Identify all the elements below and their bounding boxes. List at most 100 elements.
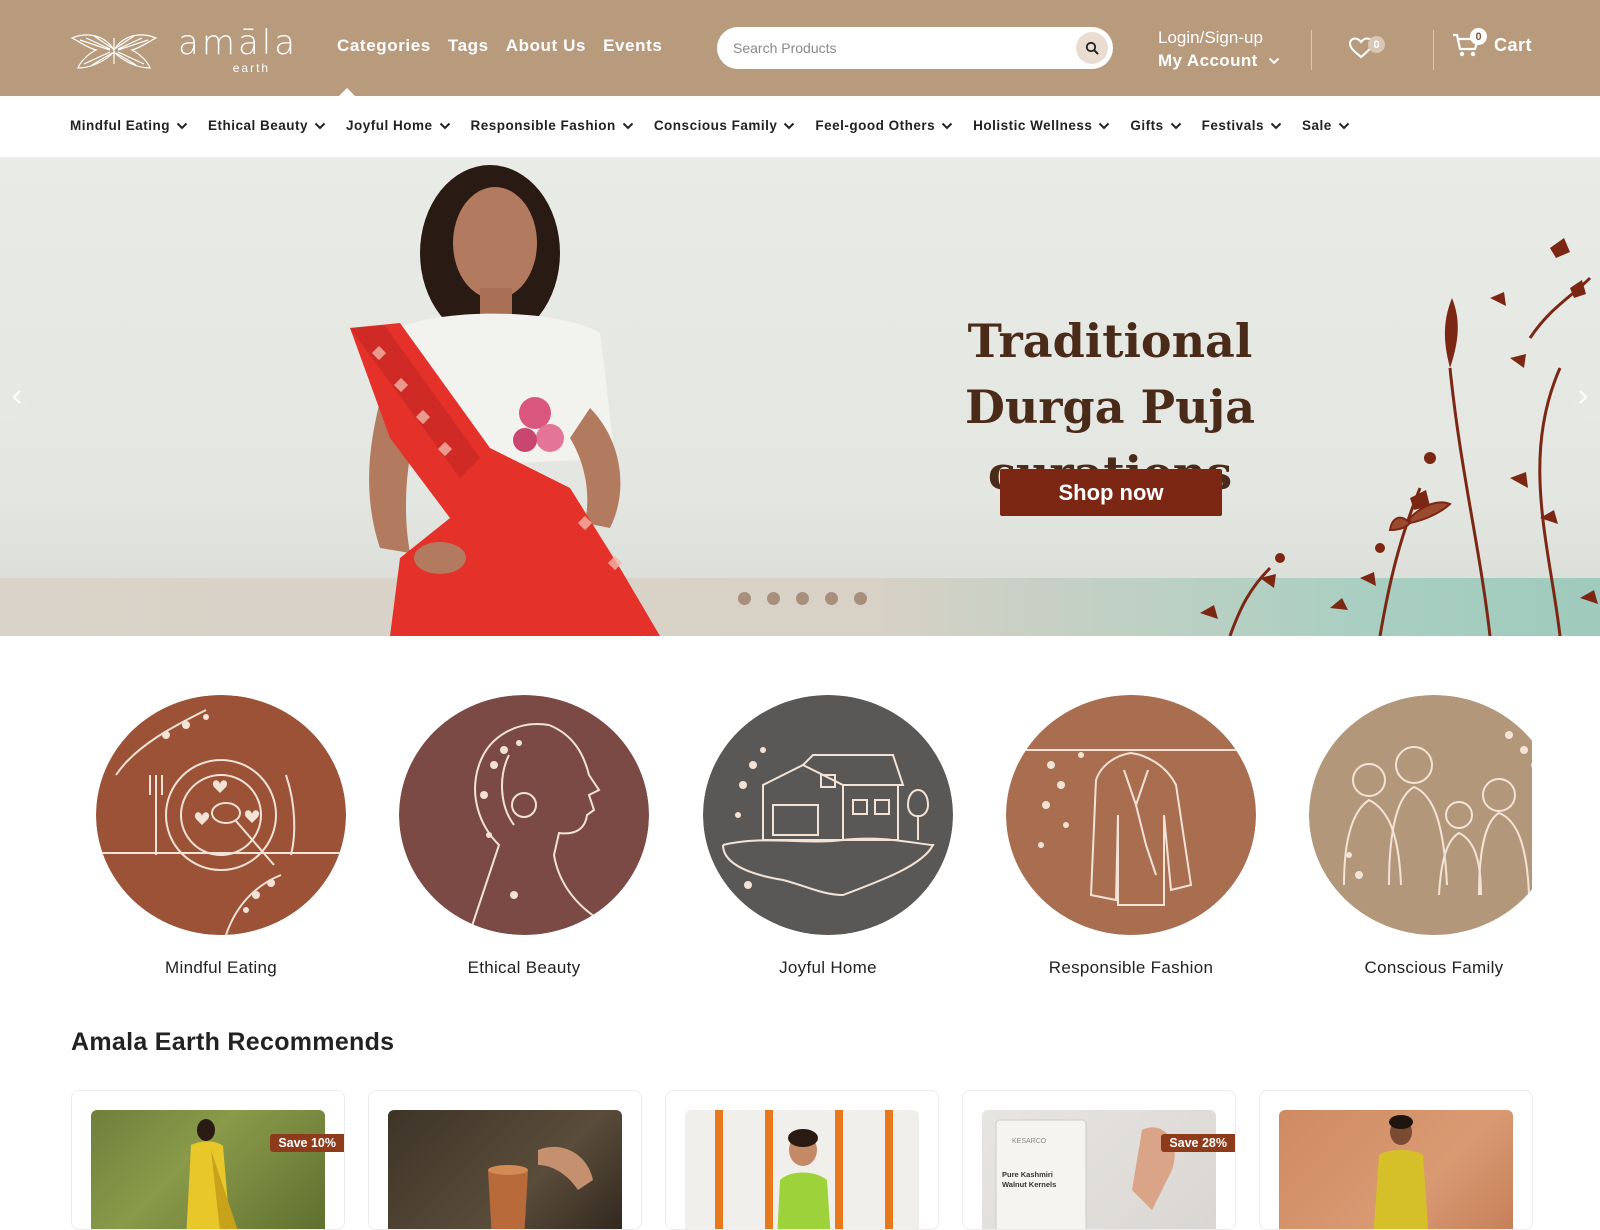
- category-card-joyful-home[interactable]: Joyful Home: [703, 695, 953, 978]
- hero-banner: Traditional Durga Puja curations Shop no…: [0, 158, 1600, 636]
- category-nav-label: Feel-good Others: [815, 118, 936, 133]
- product-image-copper-glass: [388, 1110, 622, 1229]
- category-nav: Mindful Eating Ethical Beauty Joyful Home R…: [0, 96, 1600, 158]
- header-divider: [1433, 30, 1434, 70]
- product-image-kurta: [1279, 1110, 1513, 1229]
- category-card-mindful-eating[interactable]: Mindful Eating: [96, 695, 346, 978]
- category-label: Joyful Home: [779, 958, 877, 977]
- category-nav-item[interactable]: Mindful Eating: [70, 118, 188, 133]
- house-icon: [703, 695, 953, 935]
- category-label: Conscious Family: [1364, 958, 1504, 977]
- account-menu[interactable]: Login/Sign-up My Account: [1158, 26, 1280, 72]
- chevron-down-icon[interactable]: [1268, 57, 1280, 65]
- my-account-label[interactable]: My Account: [1158, 49, 1258, 72]
- carousel-dot[interactable]: [767, 592, 780, 605]
- save-badge: Save 28%: [1161, 1134, 1235, 1152]
- nav-categories[interactable]: Categories: [337, 36, 431, 56]
- wishlist-count-badge: 0: [1368, 36, 1385, 53]
- category-nav-label: Conscious Family: [653, 118, 778, 133]
- chevron-down-icon[interactable]: [622, 122, 634, 130]
- recommends-title: Amala Earth Recommends: [71, 1028, 395, 1056]
- category-card-conscious-family[interactable]: Conscious Family: [1309, 695, 1532, 978]
- category-label: Responsible Fashion: [1048, 958, 1214, 977]
- chevron-down-icon[interactable]: [314, 122, 326, 130]
- hero-title-line1: Traditional: [967, 314, 1253, 368]
- carousel-dot[interactable]: [825, 592, 838, 605]
- category-nav-label: Holistic Wellness: [973, 118, 1093, 133]
- category-nav-item[interactable]: Joyful Home: [346, 118, 451, 133]
- product-card[interactable]: Save 10%: [71, 1090, 345, 1230]
- chevron-down-icon[interactable]: [439, 122, 451, 130]
- chevron-down-icon[interactable]: [176, 122, 188, 130]
- butterfly-logo-icon: [70, 34, 158, 69]
- category-nav-item[interactable]: Feel-good Others: [815, 118, 953, 133]
- main-nav: Categories Tags About Us Events: [337, 36, 662, 56]
- carousel-dot[interactable]: [796, 592, 809, 605]
- nav-about-us[interactable]: About Us: [506, 36, 586, 56]
- carousel-dots: [738, 592, 867, 605]
- category-nav-item[interactable]: Holistic Wellness: [973, 118, 1110, 133]
- product-card[interactable]: KESARCO Pure Kashmiri Walnut Kernels Sav…: [962, 1090, 1236, 1230]
- product-card[interactable]: [665, 1090, 939, 1230]
- category-card-responsible-fashion[interactable]: Responsible Fashion: [1006, 695, 1256, 978]
- carousel-dot[interactable]: [738, 592, 751, 605]
- category-nav-label: Sale: [1301, 118, 1332, 133]
- category-label: Mindful Eating: [165, 958, 277, 977]
- category-nav-item[interactable]: Gifts: [1130, 118, 1181, 133]
- carousel-dot[interactable]: [854, 592, 867, 605]
- chevron-down-icon[interactable]: [1170, 122, 1182, 130]
- shop-now-button[interactable]: Shop now: [1000, 469, 1222, 516]
- product-card[interactable]: [1259, 1090, 1533, 1230]
- family-icon: [1309, 695, 1532, 935]
- chevron-down-icon[interactable]: [1270, 122, 1282, 130]
- product-image-boy-marigold: [685, 1110, 919, 1229]
- plate-cutlery-icon: [96, 695, 346, 936]
- nav-tags[interactable]: Tags: [448, 36, 489, 56]
- woman-profile-icon: [399, 695, 649, 936]
- nav-events[interactable]: Events: [603, 36, 662, 56]
- brand-logo[interactable]: amāla earth: [70, 26, 298, 74]
- jacket-icon: [1006, 695, 1256, 935]
- category-card-ethical-beauty[interactable]: Ethical Beauty: [399, 695, 649, 978]
- search-icon: [1085, 41, 1099, 55]
- category-nav-item[interactable]: Ethical Beauty: [208, 118, 326, 133]
- cart-button[interactable]: 0 Cart: [1452, 28, 1533, 58]
- chevron-down-icon[interactable]: [941, 122, 953, 130]
- brand-subtitle: earth: [232, 61, 271, 75]
- category-nav-item[interactable]: Festivals: [1202, 118, 1282, 133]
- category-nav-label: Ethical Beauty: [207, 118, 309, 133]
- chevron-down-icon[interactable]: [1098, 122, 1110, 130]
- header-divider: [1311, 30, 1312, 70]
- carousel-prev-button[interactable]: [0, 372, 32, 422]
- site-header: amāla earth Categories Tags About Us Eve…: [0, 0, 1600, 96]
- recommends-row: Save 10% KESARCO Pure Kashmiri Walnut Ke…: [71, 1090, 1533, 1230]
- category-nav-label: Gifts: [1130, 118, 1164, 133]
- nav-active-caret: [339, 88, 355, 96]
- chevron-down-icon[interactable]: [783, 122, 795, 130]
- wishlist-button[interactable]: 0: [1348, 36, 1385, 65]
- category-nav-label: Joyful Home: [346, 118, 433, 133]
- brand-name: amāla: [178, 23, 299, 63]
- category-label: Ethical Beauty: [467, 958, 581, 977]
- cart-label: Cart: [1494, 34, 1533, 55]
- hero-model-image: [350, 165, 660, 636]
- category-circles: Mindful Eating Ethical Beauty Joyful Hom…: [96, 695, 1532, 980]
- pack-brand: KESARCO: [1012, 1138, 1047, 1145]
- category-nav-label: Festivals: [1201, 118, 1264, 133]
- login-link[interactable]: Login/Sign-up: [1158, 26, 1280, 49]
- search-bar: [717, 27, 1113, 69]
- product-image-walnut-pack: KESARCO Pure Kashmiri Walnut Kernels: [982, 1110, 1216, 1229]
- chevron-down-icon[interactable]: [1338, 122, 1350, 130]
- save-badge: Save 10%: [270, 1134, 344, 1152]
- category-nav-label: Responsible Fashion: [470, 118, 616, 133]
- cart-count-badge: 0: [1470, 28, 1487, 45]
- chevron-left-icon: [12, 390, 21, 404]
- product-card[interactable]: [368, 1090, 642, 1230]
- category-nav-label: Mindful Eating: [70, 118, 170, 133]
- category-nav-item[interactable]: Conscious Family: [654, 118, 796, 133]
- search-input[interactable]: [733, 40, 1053, 56]
- category-nav-item[interactable]: Sale: [1302, 118, 1350, 133]
- search-button[interactable]: [1076, 32, 1108, 64]
- product-image-saree: [91, 1110, 325, 1229]
- category-nav-item[interactable]: Responsible Fashion: [471, 118, 634, 133]
